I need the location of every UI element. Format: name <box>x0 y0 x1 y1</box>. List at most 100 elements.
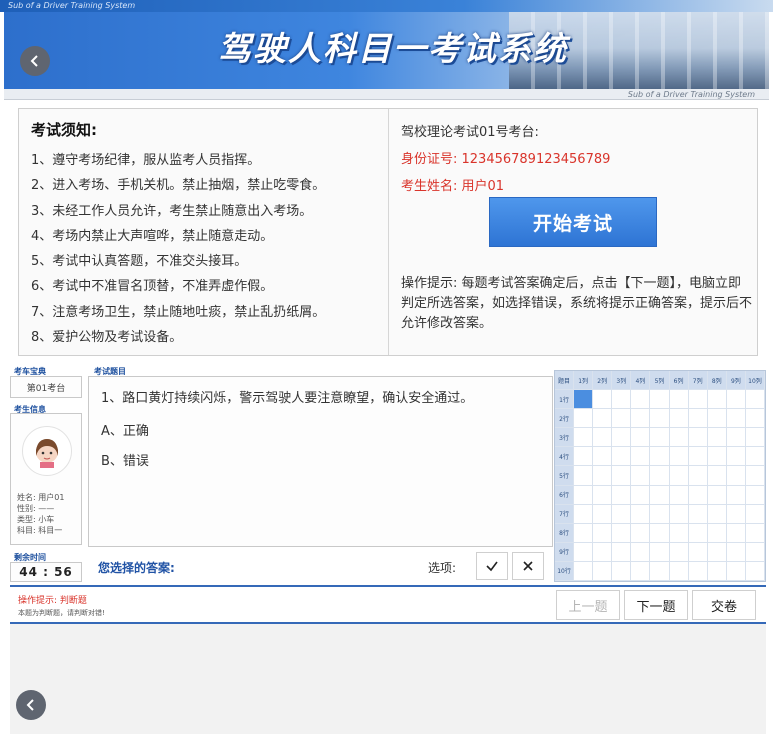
grid-cell[interactable] <box>593 447 613 467</box>
grid-cell[interactable] <box>631 409 651 429</box>
grid-cell[interactable] <box>612 447 632 467</box>
grid-cell[interactable] <box>669 561 689 581</box>
grid-cell[interactable] <box>631 485 651 505</box>
grid-cell[interactable] <box>726 504 746 524</box>
grid-cell[interactable] <box>726 390 746 410</box>
grid-cell[interactable] <box>631 428 651 448</box>
grid-cell[interactable] <box>669 485 689 505</box>
grid-cell[interactable] <box>669 447 689 467</box>
option-a[interactable]: A、正确 <box>101 420 552 439</box>
grid-cell[interactable] <box>688 523 708 543</box>
start-exam-button[interactable]: 开始考试 <box>489 197 657 247</box>
grid-cell[interactable] <box>726 542 746 562</box>
grid-cell[interactable] <box>574 466 594 486</box>
grid-cell[interactable] <box>574 485 594 505</box>
grid-cell[interactable] <box>612 523 632 543</box>
grid-cell[interactable] <box>745 409 765 429</box>
grid-cell[interactable] <box>669 504 689 524</box>
grid-cell[interactable] <box>745 523 765 543</box>
grid-cell[interactable] <box>574 504 594 524</box>
grid-cell[interactable] <box>669 466 689 486</box>
grid-cell[interactable] <box>726 409 746 429</box>
grid-cell[interactable] <box>574 561 594 581</box>
grid-cell[interactable] <box>631 390 651 410</box>
grid-cell[interactable] <box>650 466 670 486</box>
grid-cell[interactable] <box>726 561 746 581</box>
grid-cell[interactable] <box>612 428 632 448</box>
grid-cell[interactable] <box>612 504 632 524</box>
grid-cell[interactable] <box>707 466 727 486</box>
grid-cell[interactable] <box>707 523 727 543</box>
grid-cell[interactable] <box>745 504 765 524</box>
grid-cell[interactable] <box>574 447 594 467</box>
grid-cell[interactable] <box>593 466 613 486</box>
grid-cell[interactable] <box>726 466 746 486</box>
submit-exam-button[interactable]: 交卷 <box>692 590 756 620</box>
grid-cell[interactable] <box>650 447 670 467</box>
grid-cell[interactable] <box>707 428 727 448</box>
grid-cell[interactable] <box>669 542 689 562</box>
grid-cell[interactable] <box>650 561 670 581</box>
grid-cell[interactable] <box>726 485 746 505</box>
grid-cell[interactable] <box>574 390 594 410</box>
grid-cell[interactable] <box>745 428 765 448</box>
grid-cell[interactable] <box>688 485 708 505</box>
grid-cell[interactable] <box>707 542 727 562</box>
grid-cell[interactable] <box>650 485 670 505</box>
grid-cell[interactable] <box>593 523 613 543</box>
grid-cell[interactable] <box>574 428 594 448</box>
grid-cell[interactable] <box>688 504 708 524</box>
grid-cell[interactable] <box>650 542 670 562</box>
grid-cell[interactable] <box>688 409 708 429</box>
grid-cell[interactable] <box>669 523 689 543</box>
grid-cell[interactable] <box>650 390 670 410</box>
bottom-back-button[interactable] <box>16 690 46 720</box>
grid-cell[interactable] <box>631 466 651 486</box>
grid-cell[interactable] <box>669 428 689 448</box>
grid-cell[interactable] <box>574 409 594 429</box>
grid-cell[interactable] <box>631 523 651 543</box>
grid-cell[interactable] <box>574 523 594 543</box>
grid-cell[interactable] <box>726 523 746 543</box>
grid-cell[interactable] <box>593 485 613 505</box>
grid-cell[interactable] <box>707 561 727 581</box>
grid-cell[interactable] <box>593 390 613 410</box>
grid-cell[interactable] <box>745 542 765 562</box>
grid-cell[interactable] <box>688 390 708 410</box>
grid-cell[interactable] <box>612 409 632 429</box>
grid-cell[interactable] <box>726 428 746 448</box>
grid-cell[interactable] <box>707 390 727 410</box>
grid-cell[interactable] <box>612 466 632 486</box>
grid-cell[interactable] <box>631 542 651 562</box>
prev-question-button[interactable]: 上一题 <box>556 590 620 620</box>
grid-cell[interactable] <box>612 390 632 410</box>
grid-cell[interactable] <box>688 447 708 467</box>
grid-cell[interactable] <box>707 409 727 429</box>
back-button[interactable] <box>20 46 50 76</box>
grid-cell[interactable] <box>650 523 670 543</box>
grid-cell[interactable] <box>688 428 708 448</box>
grid-cell[interactable] <box>593 542 613 562</box>
grid-cell[interactable] <box>669 390 689 410</box>
grid-cell[interactable] <box>612 542 632 562</box>
grid-cell[interactable] <box>612 485 632 505</box>
grid-cell[interactable] <box>669 409 689 429</box>
grid-cell[interactable] <box>745 390 765 410</box>
grid-cell[interactable] <box>650 409 670 429</box>
option-b[interactable]: B、错误 <box>101 450 552 469</box>
grid-cell[interactable] <box>707 447 727 467</box>
grid-cell[interactable] <box>745 447 765 467</box>
grid-cell[interactable] <box>726 447 746 467</box>
grid-cell[interactable] <box>650 504 670 524</box>
next-question-button[interactable]: 下一题 <box>624 590 688 620</box>
grid-cell[interactable] <box>593 428 613 448</box>
false-button[interactable] <box>512 552 544 580</box>
grid-cell[interactable] <box>593 409 613 429</box>
grid-cell[interactable] <box>707 504 727 524</box>
grid-cell[interactable] <box>612 561 632 581</box>
grid-cell[interactable] <box>631 504 651 524</box>
true-button[interactable] <box>476 552 508 580</box>
grid-cell[interactable] <box>688 542 708 562</box>
grid-cell[interactable] <box>631 447 651 467</box>
grid-cell[interactable] <box>574 542 594 562</box>
